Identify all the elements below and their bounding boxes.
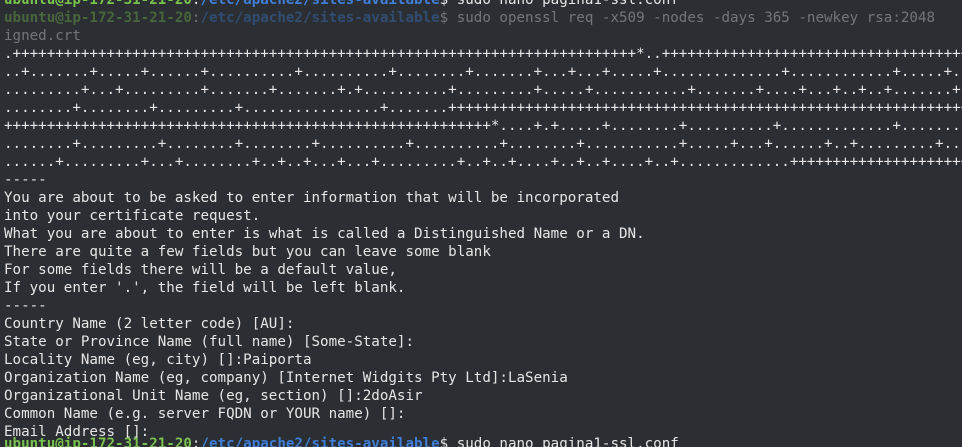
field-common-name: Common Name (e.g. server FQDN or YOUR na… xyxy=(4,405,405,423)
terminal-window[interactable]: ubuntu@ip-172-31-21-20:/etc/apache2/site… xyxy=(0,0,962,447)
field-value: LaSenia xyxy=(507,370,568,386)
prompt-path: /etc/apache2/sites-available xyxy=(200,10,440,26)
prompt-symbol: $ xyxy=(439,10,449,26)
prompt-user-host: ubuntu@ip-172-31-21-20 xyxy=(4,436,192,447)
separator-line: ----- xyxy=(4,172,47,188)
field-value: 2doAsir xyxy=(362,388,423,404)
command-text: sudo openssl req -x509 -nodes -days 365 … xyxy=(448,10,936,26)
prompt-user-host: ubuntu@ip-172-31-21-20 xyxy=(4,10,192,26)
command-wrap-line: igned.crt xyxy=(4,28,81,44)
separator-line: ----- xyxy=(4,298,47,314)
keygen-line: .+++++++++++++++++++++++++++++++++++++++… xyxy=(4,46,962,62)
intro-line: For some fields there will be a default … xyxy=(4,262,397,278)
field-value: Paiporta xyxy=(243,352,312,368)
field-label: Country Name (2 letter code) [AU]: xyxy=(4,316,295,332)
keygen-line: ........+........+.........+............… xyxy=(4,100,962,116)
field-state: State or Province Name (full name) [Some… xyxy=(4,333,414,351)
command-text: sudo nano pagina1-ssl.conf xyxy=(448,436,679,447)
intro-line: There are quite a few fields but you can… xyxy=(4,244,491,260)
keygen-line: ......+.........+...+........+..+..+...+… xyxy=(4,154,962,170)
command-line-next: ubuntu@ip-172-31-21-20:/etc/apache2/site… xyxy=(4,435,679,447)
intro-line: If you enter '.', the field will be left… xyxy=(4,280,406,296)
prompt-path: /etc/apache2/sites-available xyxy=(200,436,440,447)
command-text: sudo nano pagina1-ssl.conf xyxy=(448,0,679,8)
prompt-path: /etc/apache2/sites-available xyxy=(200,0,440,8)
field-locality: Locality Name (eg, city) []:Paiporta xyxy=(4,351,312,369)
field-country: Country Name (2 letter code) [AU]: xyxy=(4,315,294,333)
prompt-symbol: $ xyxy=(439,436,449,447)
field-label: Organizational Unit Name (eg, section) [… xyxy=(4,388,363,404)
field-label: Common Name (e.g. server FQDN or YOUR na… xyxy=(4,406,406,422)
keygen-line: ++++++++++++++++++++++++++++++++++++++++… xyxy=(4,118,962,134)
field-label: Locality Name (eg, city) []: xyxy=(4,352,244,368)
prompt-user-host: ubuntu@ip-172-31-21-20 xyxy=(4,0,192,8)
field-label: State or Province Name (full name) [Some… xyxy=(4,334,414,350)
intro-line: into your certificate request. xyxy=(4,208,261,224)
command-line-cut-top: ubuntu@ip-172-31-21-20:/etc/apache2/site… xyxy=(4,0,679,9)
intro-line: You are about to be asked to enter infor… xyxy=(4,190,619,206)
field-organization: Organization Name (eg, company) [Interne… xyxy=(4,369,568,387)
keygen-line: ..+.......+.....+......+..........+.....… xyxy=(4,64,962,80)
keygen-line: ........+.........+........+........+...… xyxy=(4,136,962,152)
command-line-openssl: ubuntu@ip-172-31-21-20:/etc/apache2/site… xyxy=(4,9,935,27)
prompt-symbol: $ xyxy=(439,0,449,8)
field-label: Organization Name (eg, company) [Interne… xyxy=(4,370,508,386)
keygen-line: .........+...+.........+.......+.......+… xyxy=(4,82,962,98)
intro-line: What you are about to enter is what is c… xyxy=(4,226,645,242)
field-org-unit: Organizational Unit Name (eg, section) [… xyxy=(4,387,423,405)
